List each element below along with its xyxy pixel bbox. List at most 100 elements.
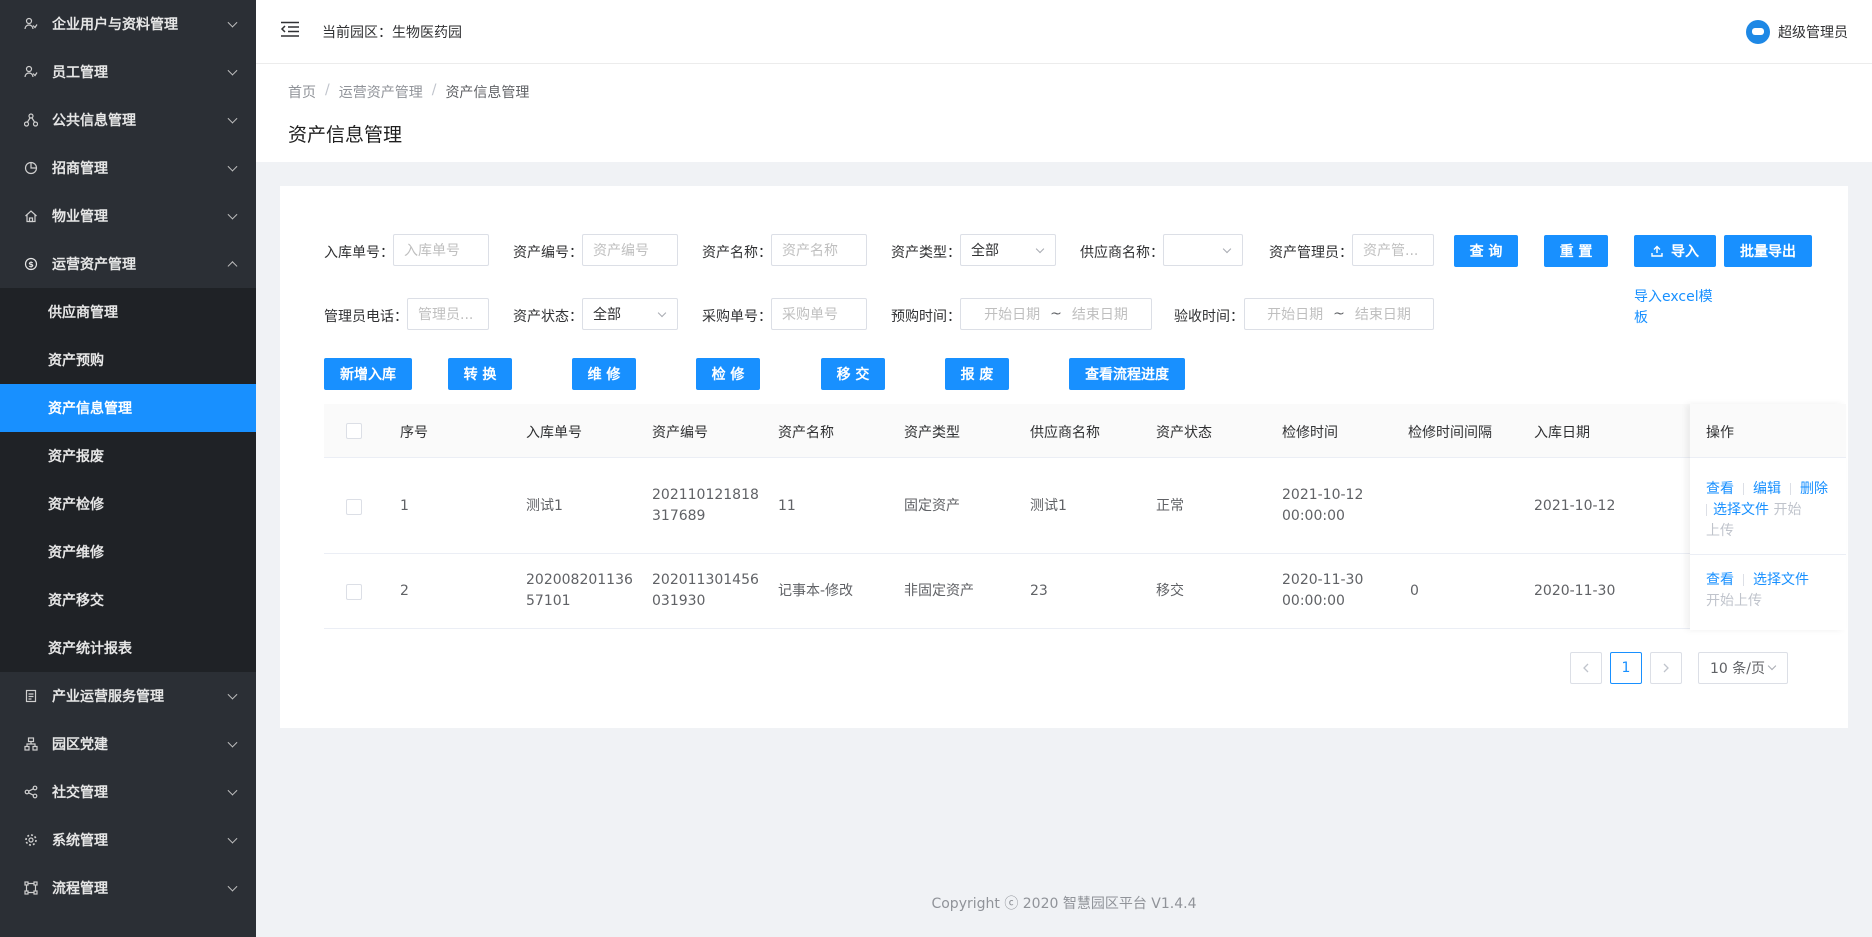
menu-enterprise-users[interactable]: 企业用户与资料管理	[0, 0, 256, 48]
view-process-button[interactable]: 查看流程进度	[1069, 358, 1185, 390]
convert-button[interactable]: 转 换	[448, 358, 512, 390]
user-menu[interactable]: 超级管理员	[1746, 20, 1848, 44]
menu-fold-icon[interactable]	[280, 21, 300, 37]
transfer-button[interactable]: 移 交	[821, 358, 885, 390]
cell-status: 移交	[1156, 583, 1184, 599]
purchase-no-input[interactable]: 采购单号	[771, 298, 867, 330]
maintain-button[interactable]: 维 修	[572, 358, 636, 390]
reset-button[interactable]: 重 置	[1544, 235, 1608, 267]
menu-label: 员工管理	[52, 65, 108, 81]
menu-property[interactable]: 物业管理	[0, 192, 256, 240]
sidebar-item-prepurchase[interactable]: 资产预购	[0, 336, 256, 384]
asset-manager-input[interactable]: 资产管...	[1352, 234, 1434, 266]
inspect-button[interactable]: 检 修	[696, 358, 760, 390]
add-inbound-button[interactable]: 新增入库	[324, 358, 412, 390]
cell-text: 57101	[526, 593, 571, 609]
edit-link[interactable]: 编辑	[1753, 481, 1781, 497]
menu-workflow[interactable]: 流程管理	[0, 864, 256, 912]
asset-status-label: 资产状态：	[513, 309, 583, 325]
prepurchase-date-range[interactable]: 开始日期 ~ 结束日期	[960, 298, 1152, 330]
menu-industry-services[interactable]: 产业运营服务管理	[0, 672, 256, 720]
menu-social[interactable]: 社交管理	[0, 768, 256, 816]
sidebar-item-inspection[interactable]: 资产检修	[0, 480, 256, 528]
cell-inbound-date: 2020-11-30	[1534, 583, 1616, 599]
row-checkbox[interactable]	[346, 584, 362, 600]
breadcrumb-current: 资产信息管理	[445, 85, 530, 101]
breadcrumb-operating-assets[interactable]: 运营资产管理	[339, 82, 423, 102]
range-start: 开始日期	[984, 307, 1041, 323]
menu-label: 社交管理	[52, 785, 108, 801]
sidebar-item-asset-info[interactable]: 资产信息管理	[0, 384, 256, 432]
breadcrumb: 首页 / 运营资产管理 / 资产信息管理	[288, 82, 529, 102]
menu-label: 公共信息管理	[52, 113, 136, 129]
page-number[interactable]: 1	[1610, 652, 1642, 684]
operations-column: 操作 查看 编辑 删除 选择文件 开始 上传 查看 选择文件 开始上传	[1690, 404, 1846, 630]
cell-interval: 0	[1410, 583, 1419, 599]
menu-employees[interactable]: 员工管理	[0, 48, 256, 96]
asset-no-input[interactable]: 资产编号	[582, 234, 678, 266]
import-button[interactable]: 导入	[1634, 235, 1716, 267]
delete-link[interactable]: 删除	[1800, 481, 1828, 497]
cell-text: 202110121818	[652, 487, 759, 503]
sidebar-item-transfer[interactable]: 资产移交	[0, 576, 256, 624]
cell-asset-name: 11	[778, 498, 796, 514]
chevron-down-icon	[227, 881, 238, 892]
start-upload-link[interactable]: 开始	[1773, 502, 1801, 518]
menu-operating-assets[interactable]: $ 运营资产管理	[0, 240, 256, 288]
chevron-down-icon	[1767, 661, 1777, 671]
asset-name-input[interactable]: 资产名称	[771, 234, 867, 266]
import-template-link[interactable]: 导入excel模板	[1634, 287, 1718, 329]
menu-investment[interactable]: 招商管理	[0, 144, 256, 192]
select-all-checkbox[interactable]	[346, 423, 362, 439]
dollar-icon: $	[24, 257, 38, 271]
menu-party-building[interactable]: 园区党建	[0, 720, 256, 768]
chevron-down-icon	[227, 17, 238, 28]
range-separator: ~	[1333, 306, 1345, 322]
cell-asset-type: 固定资产	[904, 498, 960, 514]
sidebar-item-repair[interactable]: 资产维修	[0, 528, 256, 576]
prev-page-button[interactable]	[1570, 652, 1602, 684]
row-checkbox[interactable]	[346, 499, 362, 515]
col-asset-no: 资产编号	[652, 425, 708, 441]
next-page-button[interactable]	[1650, 652, 1682, 684]
accept-time-label: 验收时间：	[1174, 309, 1244, 325]
top-header: 当前园区：生物医药园 超级管理员	[256, 0, 1872, 64]
table-row: 1 测试1 202110121818 317689 11 固定资产 测试1 正常 …	[324, 459, 1804, 554]
accept-date-range[interactable]: 开始日期 ~ 结束日期	[1244, 298, 1434, 330]
chevron-down-icon	[227, 689, 238, 700]
cell-inspect-time: 2021-10-12 00:00:00	[1282, 485, 1363, 527]
choose-file-link[interactable]: 选择文件	[1713, 502, 1769, 518]
supplier-select[interactable]	[1163, 234, 1243, 266]
page-size-select[interactable]: 10 条/页	[1698, 652, 1788, 684]
menu-label: 运营资产管理	[52, 257, 136, 273]
cell-inbound-no: 测试1	[526, 498, 563, 514]
batch-export-button[interactable]: 批量导出	[1724, 235, 1812, 267]
inbound-no-input[interactable]: 入库单号	[393, 234, 489, 266]
sidebar-item-supplier[interactable]: 供应商管理	[0, 288, 256, 336]
menu-system[interactable]: 系统管理	[0, 816, 256, 864]
asset-type-select[interactable]: 全部	[960, 234, 1056, 266]
menu-label: 招商管理	[52, 161, 108, 177]
cell-index: 1	[400, 498, 409, 514]
query-button[interactable]: 查 询	[1454, 235, 1518, 267]
asset-status-select[interactable]: 全部	[582, 298, 678, 330]
start-upload-link[interactable]: 开始上传	[1706, 593, 1762, 609]
sidebar-item-report[interactable]: 资产统计报表	[0, 624, 256, 672]
chevron-down-icon	[227, 113, 238, 124]
menu-label: 资产移交	[48, 593, 104, 609]
chevron-down-icon	[227, 833, 238, 844]
menu-public-info[interactable]: 公共信息管理	[0, 96, 256, 144]
choose-file-link[interactable]: 选择文件	[1753, 572, 1809, 588]
menu-label: 企业用户与资料管理	[52, 17, 178, 33]
manager-phone-input[interactable]: 管理员...	[407, 298, 489, 330]
view-link[interactable]: 查看	[1706, 481, 1734, 497]
start-upload-link-cont[interactable]: 上传	[1706, 523, 1734, 539]
scrap-button[interactable]: 报 废	[945, 358, 1009, 390]
sidebar-item-scrap[interactable]: 资产报废	[0, 432, 256, 480]
view-link[interactable]: 查看	[1706, 572, 1734, 588]
breadcrumb-home[interactable]: 首页	[288, 82, 316, 102]
asset-no-label: 资产编号：	[513, 245, 583, 261]
org-icon	[24, 737, 38, 751]
cell-inbound-date: 2021-10-12	[1534, 498, 1616, 514]
table-header: 序号 入库单号 资产编号 资产名称 资产类型 供应商名称 资产状态 检修时间 检…	[324, 404, 1804, 458]
